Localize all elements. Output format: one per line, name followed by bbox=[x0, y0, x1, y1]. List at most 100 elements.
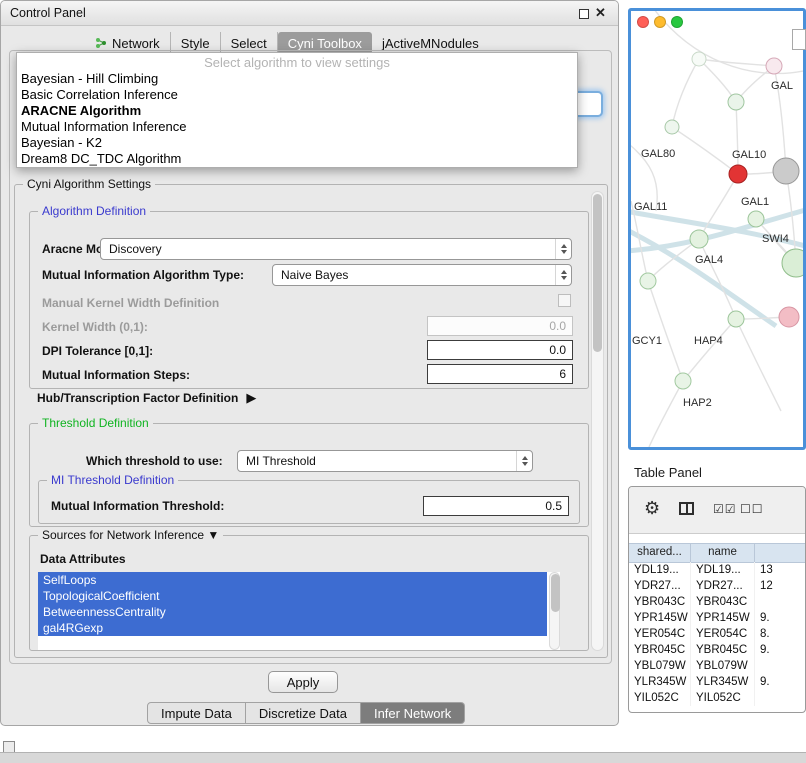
table-row[interactable]: YLR345W YLR345W 9. bbox=[629, 674, 805, 690]
list-item[interactable]: BetweennessCentrality bbox=[38, 604, 547, 620]
sources-title[interactable]: Sources for Network Inference ▼ bbox=[38, 528, 223, 542]
cell-value[interactable] bbox=[755, 658, 805, 674]
close-traffic-light[interactable] bbox=[637, 16, 649, 28]
control-panel-window: Control Panel ✕ Network Style Select bbox=[0, 0, 619, 726]
list-item[interactable]: TopologicalCoefficient bbox=[38, 588, 547, 604]
zoom-traffic-light[interactable] bbox=[671, 16, 683, 28]
cell-value[interactable] bbox=[755, 594, 805, 610]
table-row[interactable]: YBR045C YBR045C 9. bbox=[629, 642, 805, 658]
network-node-red[interactable] bbox=[729, 165, 747, 183]
dropdown-item[interactable]: Mutual Information Inference bbox=[17, 119, 577, 135]
network-node[interactable] bbox=[766, 58, 782, 74]
columns-icon[interactable] bbox=[679, 502, 694, 515]
cell-value[interactable] bbox=[755, 690, 805, 706]
network-node[interactable] bbox=[692, 52, 706, 66]
network-node[interactable] bbox=[728, 94, 744, 110]
dropdown-item[interactable]: Dream8 DC_TDC Algorithm bbox=[17, 151, 577, 167]
dropdown-item[interactable]: Bayesian - Hill Climbing bbox=[17, 71, 577, 87]
cell-value[interactable]: 9. bbox=[755, 674, 805, 690]
cell-value[interactable]: 9. bbox=[755, 610, 805, 626]
mi-steps-field[interactable]: 6 bbox=[427, 364, 573, 384]
node-label-gal10[interactable]: GAL10 bbox=[732, 149, 766, 161]
tab-impute-data[interactable]: Impute Data bbox=[147, 702, 246, 724]
network-graph[interactable]: GAL GAL80 GAL10 GAL11 GAL1 SWI4 GAL4 GCY… bbox=[631, 11, 803, 447]
apply-button[interactable]: Apply bbox=[268, 671, 338, 693]
cell-shared-name[interactable]: YDR27... bbox=[629, 578, 691, 594]
column-header-name[interactable]: name bbox=[691, 544, 755, 562]
table-row[interactable]: YPR145W YPR145W 9. bbox=[629, 610, 805, 626]
dpi-tolerance-field[interactable]: 0.0 bbox=[427, 340, 573, 360]
node-label-swi4[interactable]: SWI4 bbox=[762, 233, 789, 245]
settings-scrollbar-thumb[interactable] bbox=[593, 194, 602, 352]
close-icon[interactable]: ✕ bbox=[595, 5, 606, 21]
hub-definition-expander[interactable]: Hub/Transcription Factor Definition ▶ bbox=[37, 390, 256, 406]
mi-algorithm-type-combobox[interactable]: Naive Bayes bbox=[272, 264, 572, 286]
network-node[interactable] bbox=[640, 273, 656, 289]
minimize-traffic-light[interactable] bbox=[654, 16, 666, 28]
table-row[interactable]: YDR27... YDR27... 12 bbox=[629, 578, 805, 594]
cell-name[interactable]: YBL079W bbox=[691, 658, 755, 674]
column-header-shared-name[interactable]: shared... bbox=[629, 544, 691, 562]
cell-name[interactable]: YPR145W bbox=[691, 610, 755, 626]
aracne-mode-combobox[interactable]: Discovery bbox=[100, 238, 572, 260]
cell-shared-name[interactable]: YPR145W bbox=[629, 610, 691, 626]
cell-name[interactable]: YER054C bbox=[691, 626, 755, 642]
tab-infer-network[interactable]: Infer Network bbox=[361, 702, 465, 724]
tab-discretize-data[interactable]: Discretize Data bbox=[246, 702, 361, 724]
table-row[interactable]: YBR043C YBR043C bbox=[629, 594, 805, 610]
cell-value[interactable]: 8. bbox=[755, 626, 805, 642]
cell-value[interactable]: 9. bbox=[755, 642, 805, 658]
cell-shared-name[interactable]: YIL052C bbox=[629, 690, 691, 706]
node-label-gcy1[interactable]: GCY1 bbox=[632, 335, 662, 347]
dropdown-item[interactable]: Basic Correlation Inference bbox=[17, 87, 577, 103]
mi-threshold-definition-title: MI Threshold Definition bbox=[47, 473, 178, 487]
unchecked-boxes-icon[interactable]: ☐☐ bbox=[740, 502, 764, 516]
network-node-gray[interactable] bbox=[773, 158, 799, 184]
node-label-hap4[interactable]: HAP4 bbox=[694, 335, 723, 347]
cell-name[interactable]: YBR045C bbox=[691, 642, 755, 658]
table-row[interactable]: YBL079W YBL079W bbox=[629, 658, 805, 674]
cell-value[interactable]: 13 bbox=[755, 562, 805, 578]
list-item[interactable]: SelfLoops bbox=[38, 572, 547, 588]
network-node[interactable] bbox=[782, 249, 803, 277]
node-label-gal[interactable]: GAL bbox=[771, 80, 793, 92]
which-threshold-combobox[interactable]: MI Threshold bbox=[237, 450, 533, 472]
dropdown-item[interactable]: ARACNE Algorithm bbox=[17, 103, 577, 119]
gear-icon[interactable]: ⚙ bbox=[644, 498, 660, 519]
node-label-gal1[interactable]: GAL1 bbox=[741, 196, 769, 208]
cell-shared-name[interactable]: YDL19... bbox=[629, 562, 691, 578]
float-window-icon[interactable] bbox=[579, 9, 589, 19]
node-label-gal80[interactable]: GAL80 bbox=[641, 148, 675, 160]
table-row[interactable]: YER054C YER054C 8. bbox=[629, 626, 805, 642]
cell-name[interactable]: YIL052C bbox=[691, 690, 755, 706]
network-node[interactable] bbox=[675, 373, 691, 389]
cell-shared-name[interactable]: YBL079W bbox=[629, 658, 691, 674]
cell-name[interactable]: YBR043C bbox=[691, 594, 755, 610]
cell-shared-name[interactable]: YBR045C bbox=[629, 642, 691, 658]
cell-shared-name[interactable]: YER054C bbox=[629, 626, 691, 642]
dropdown-item[interactable]: Bayesian - K2 bbox=[17, 135, 577, 151]
cell-name[interactable]: YLR345W bbox=[691, 674, 755, 690]
cell-shared-name[interactable]: YBR043C bbox=[629, 594, 691, 610]
cell-name[interactable]: YDL19... bbox=[691, 562, 755, 578]
cell-name[interactable]: YDR27... bbox=[691, 578, 755, 594]
table-row[interactable]: YIL052C YIL052C bbox=[629, 690, 805, 706]
network-node[interactable] bbox=[665, 120, 679, 134]
mi-threshold-field[interactable]: 0.5 bbox=[423, 496, 569, 516]
checked-boxes-icon[interactable]: ☑☑ bbox=[713, 502, 737, 516]
network-node-pink[interactable] bbox=[779, 307, 799, 327]
list-scrollbar-thumb[interactable] bbox=[551, 574, 560, 612]
network-view-window: GAL GAL80 GAL10 GAL11 GAL1 SWI4 GAL4 GCY… bbox=[628, 8, 806, 450]
node-label-hap2[interactable]: HAP2 bbox=[683, 397, 712, 409]
node-label-gal11[interactable]: GAL11 bbox=[634, 201, 667, 213]
table-row[interactable]: YDL19... YDL19... 13 bbox=[629, 562, 805, 578]
kernel-width-field: 0.0 bbox=[427, 316, 573, 336]
node-label-gal4[interactable]: GAL4 bbox=[695, 254, 723, 266]
cell-shared-name[interactable]: YLR345W bbox=[629, 674, 691, 690]
column-header-partial[interactable] bbox=[755, 544, 805, 562]
network-node[interactable] bbox=[690, 230, 708, 248]
cell-value[interactable]: 12 bbox=[755, 578, 805, 594]
network-node[interactable] bbox=[748, 211, 764, 227]
list-item[interactable]: gal4RGexp bbox=[38, 620, 547, 636]
network-node[interactable] bbox=[728, 311, 744, 327]
